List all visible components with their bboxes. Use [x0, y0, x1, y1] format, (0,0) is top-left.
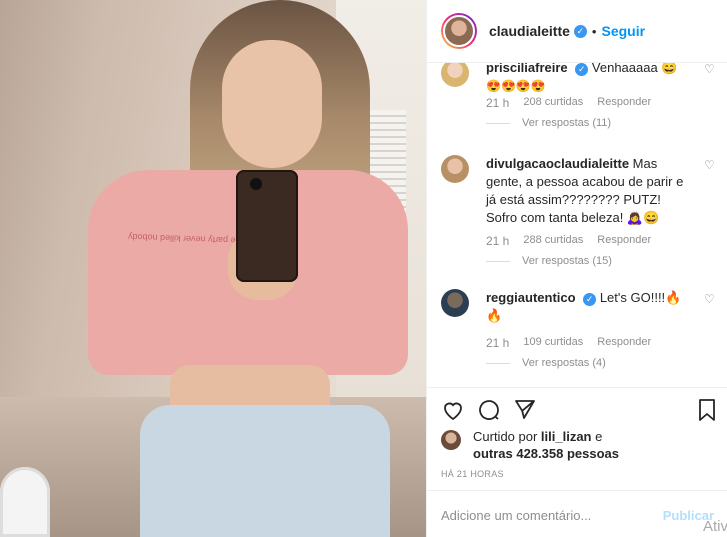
view-replies-label: Ver respostas (15)	[522, 255, 612, 267]
post-header: claudialeitte ✓ • Seguir	[427, 0, 727, 63]
photo-phone	[236, 170, 298, 282]
likes-prefix: Curtido por	[473, 429, 541, 444]
commenter-avatar[interactable]	[441, 155, 469, 183]
replies-divider	[486, 122, 510, 124]
view-replies-label: Ver respostas (11)	[522, 117, 612, 129]
follow-button[interactable]: Seguir	[601, 23, 645, 39]
bookmark-icon[interactable]	[695, 398, 719, 422]
comment-time[interactable]: 21 h	[486, 336, 509, 350]
view-replies-button[interactable]: Ver respostas (11)	[486, 117, 611, 129]
author-username[interactable]: claudialeitte	[489, 23, 570, 39]
commenter-username[interactable]: divulgacaoclaudialeitte	[486, 156, 629, 171]
comment-meta: 21 h 288 curtidas Responder	[486, 234, 651, 248]
comment-meta: 21 h 208 curtidas Responder	[486, 96, 651, 110]
comment-time[interactable]: 21 h	[486, 96, 509, 110]
photo-skirt	[140, 405, 390, 537]
commenter-username[interactable]: reggiautentico	[486, 290, 576, 305]
comment-likes[interactable]: 288 curtidas	[523, 234, 583, 248]
verified-icon: ✓	[573, 24, 587, 38]
verified-icon: ✓	[575, 63, 589, 76]
comment-likes[interactable]: 109 curtidas	[523, 336, 583, 350]
comment-likes[interactable]: 208 curtidas	[523, 96, 583, 110]
share-icon[interactable]	[513, 398, 537, 422]
comment-like-icon[interactable]: ♡	[704, 159, 716, 171]
comment-reply-button[interactable]: Responder	[597, 96, 651, 110]
commenter-username[interactable]: prisciliafreire	[486, 63, 568, 75]
heart-icon[interactable]	[441, 398, 465, 422]
likes-others-link[interactable]: outras 428.358 pessoas	[473, 446, 619, 461]
author-avatar-image	[443, 15, 475, 47]
comment-input[interactable]: Adicione um comentário...	[441, 508, 591, 523]
comment-like-icon[interactable]: ♡	[704, 63, 716, 75]
liker-avatar[interactable]	[441, 430, 461, 450]
likes-text: Curtido por lili_lizan e outras 428.358 …	[473, 428, 619, 462]
verified-icon: ✓	[583, 293, 597, 306]
comment-body: reggiautentico ✓ Let's GO!!!!🔥🔥	[486, 289, 691, 325]
likes-middle: e	[591, 429, 603, 444]
replies-divider	[486, 260, 510, 262]
action-bar	[441, 398, 721, 424]
post-photo[interactable]: a little party never killed nobody	[0, 0, 426, 537]
commenter-avatar[interactable]	[441, 289, 469, 317]
comment-time[interactable]: 21 h	[486, 234, 509, 248]
photo-face	[222, 40, 322, 168]
header-separator: •	[591, 23, 597, 39]
post-timestamp[interactable]: HÁ 21 HORAS	[441, 469, 504, 479]
replies-divider	[486, 362, 510, 364]
view-replies-button[interactable]: Ver respostas (4)	[486, 357, 606, 369]
liker-username[interactable]: lili_lizan	[541, 429, 592, 444]
comment-reply-button[interactable]: Responder	[597, 234, 651, 248]
windows-activation-overlay: Ativ	[702, 518, 727, 535]
comment-meta: 21 h 109 curtidas Responder	[486, 336, 651, 350]
comment-body: prisciliafreire ✓ Venhaaaaa 😄 😍😍😍😍	[486, 63, 691, 95]
view-replies-label: Ver respostas (4)	[522, 357, 606, 369]
photo-lamp	[0, 467, 50, 537]
comment-body: divulgacaoclaudialeitte Mas gente, a pes…	[486, 155, 691, 227]
comment-icon[interactable]	[477, 398, 501, 422]
add-comment-bar: Adicione um comentário... Publicar Ativ	[427, 490, 727, 537]
post-side-panel: claudialeitte ✓ • Seguir prisciliafreire…	[426, 0, 727, 537]
comment-emojis: 😍😍😍😍	[486, 79, 546, 93]
comment-reply-button[interactable]: Responder	[597, 336, 651, 350]
author-avatar[interactable]	[441, 13, 477, 49]
commenter-avatar[interactable]	[441, 63, 469, 87]
likes-summary: Curtido por lili_lizan e outras 428.358 …	[441, 428, 721, 462]
comments-list[interactable]: prisciliafreire ✓ Venhaaaaa 😄 😍😍😍😍 ♡ 21 …	[427, 63, 727, 388]
comment-like-icon[interactable]: ♡	[704, 293, 716, 305]
view-replies-button[interactable]: Ver respostas (15)	[486, 255, 612, 267]
comment-text: Venhaaaaa 😄	[591, 63, 678, 75]
